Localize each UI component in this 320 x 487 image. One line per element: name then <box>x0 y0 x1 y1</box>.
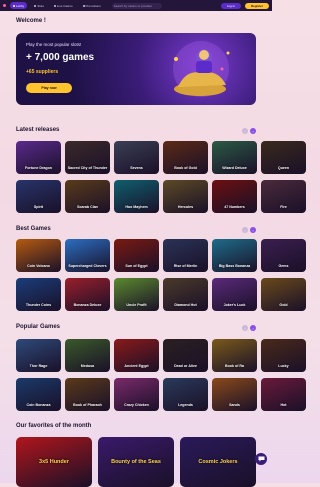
search-placeholder: Search by casino or provider <box>113 3 152 8</box>
game-tile[interactable]: Hot <box>261 378 306 411</box>
live-casino-icon <box>53 4 56 7</box>
best-carousel-controls: ‹ › <box>242 227 256 233</box>
chat-icon[interactable] <box>255 453 267 465</box>
login-button[interactable]: Log in <box>220 2 241 9</box>
game-tile[interactable]: Book of Ra <box>212 339 257 372</box>
favorite-tile[interactable]: Cosmic Jokers <box>180 437 256 487</box>
tab-lobby[interactable]: Lobby <box>10 2 28 9</box>
game-tile[interactable]: Supercharged Clovers <box>65 239 110 272</box>
promotions-icon <box>82 4 85 7</box>
game-tile[interactable]: Coin Volcano <box>16 239 61 272</box>
tab-slots[interactable]: Slots <box>31 2 47 9</box>
game-tile[interactable]: Book of Gold <box>163 141 208 174</box>
chat-bubble-icon <box>258 456 264 462</box>
hero-suppliers-count: +65 suppliers <box>26 69 59 75</box>
section-title-favorites: Our favorites of the month <box>16 423 92 429</box>
tab-live-casino[interactable]: Live Casino <box>51 2 76 9</box>
section-title-popular: Popular Games <box>16 324 61 330</box>
game-tile[interactable]: Sands <box>212 378 257 411</box>
game-tile[interactable]: Thunder Coins <box>16 278 61 311</box>
game-tile[interactable]: Big Bass Bonanza <box>212 239 257 272</box>
logo-icon[interactable] <box>3 4 6 7</box>
game-tile[interactable]: Ancient Egypt <box>114 339 159 372</box>
hero-subtitle: Play the most popular slots! <box>26 42 82 47</box>
game-tile[interactable]: Gems <box>261 239 306 272</box>
favorites-grid: 3x5 Hunder Bounty of the Seas Cosmic Jok… <box>16 437 256 487</box>
best-games-grid: Coin Volcano Supercharged Clovers Sun of… <box>16 239 306 311</box>
chevron-left-icon[interactable]: ‹ <box>242 128 248 134</box>
game-tile[interactable]: Dead or Alive <box>163 339 208 372</box>
chevron-right-icon[interactable]: › <box>250 325 256 331</box>
game-tile[interactable]: Sun of Egypt <box>114 239 159 272</box>
game-tile[interactable]: Diamond Hot <box>163 278 208 311</box>
chevron-right-icon[interactable]: › <box>250 227 256 233</box>
game-tile[interactable]: Rise of Merlin <box>163 239 208 272</box>
favorite-tile[interactable]: Bounty of the Seas <box>98 437 174 487</box>
chevron-left-icon[interactable]: ‹ <box>242 227 248 233</box>
page-title: Welcome ! <box>16 18 46 24</box>
game-tile[interactable]: Wizard Deluxe <box>212 141 257 174</box>
register-button[interactable]: Register <box>244 2 269 9</box>
latest-carousel-controls: ‹ › <box>242 128 256 134</box>
lobby-icon <box>13 4 15 7</box>
game-tile[interactable]: Fortune Dragon <box>16 141 61 174</box>
game-tile[interactable]: 47 Numbers <box>212 180 257 213</box>
game-tile[interactable]: Bonanza Deluxe <box>65 278 110 311</box>
game-tile[interactable]: Hoo Mayhem <box>114 180 159 213</box>
game-tile[interactable]: Queen <box>261 141 306 174</box>
game-tile[interactable]: Lucky <box>261 339 306 372</box>
game-tile[interactable]: Sevens <box>114 141 159 174</box>
latest-games-grid: Fortune Dragon Sacred City of Thunder Se… <box>16 141 306 213</box>
popular-carousel-controls: ‹ › <box>242 325 256 331</box>
game-tile[interactable]: Uncle Profit <box>114 278 159 311</box>
favorite-tile[interactable]: 3x5 Hunder <box>16 437 92 487</box>
game-tile[interactable]: Crazy Chicken <box>114 378 159 411</box>
play-now-button[interactable]: Play now <box>26 83 72 93</box>
game-tile[interactable]: Book of Pharaoh <box>65 378 110 411</box>
chevron-right-icon[interactable]: › <box>250 128 256 134</box>
game-tile[interactable]: Thor Rage <box>16 339 61 372</box>
game-tile[interactable]: Hercules <box>163 180 208 213</box>
chevron-left-icon[interactable]: ‹ <box>242 325 248 331</box>
genie-lamp-illustration <box>173 41 230 97</box>
game-tile[interactable]: Sacred City of Thunder <box>65 141 110 174</box>
game-tile[interactable]: Legends <box>163 378 208 411</box>
section-title-best: Best Games <box>16 226 51 232</box>
section-title-latest: Latest releases <box>16 127 60 133</box>
game-tile[interactable]: Medusa <box>65 339 110 372</box>
top-nav-bar: Lobby Slots Live Casino Promotions Searc… <box>0 0 272 11</box>
game-tile[interactable]: Scarab Clan <box>65 180 110 213</box>
hero-games-count: + 7,000 games <box>26 52 95 63</box>
slots-icon <box>34 4 37 7</box>
game-tile[interactable]: Gold <box>261 278 306 311</box>
popular-games-grid: Thor Rage Medusa Ancient Egypt Dead or A… <box>16 339 306 411</box>
game-tile[interactable]: Coin Bonanza <box>16 378 61 411</box>
game-tile[interactable]: Fire <box>261 180 306 213</box>
tab-promotions[interactable]: Promotions <box>80 2 104 9</box>
game-tile[interactable]: Joker's Luck <box>212 278 257 311</box>
hero-banner: Play the most popular slots! + 7,000 gam… <box>16 33 256 105</box>
search-input[interactable]: Search by casino or provider <box>111 2 162 9</box>
game-tile[interactable]: Spirit <box>16 180 61 213</box>
